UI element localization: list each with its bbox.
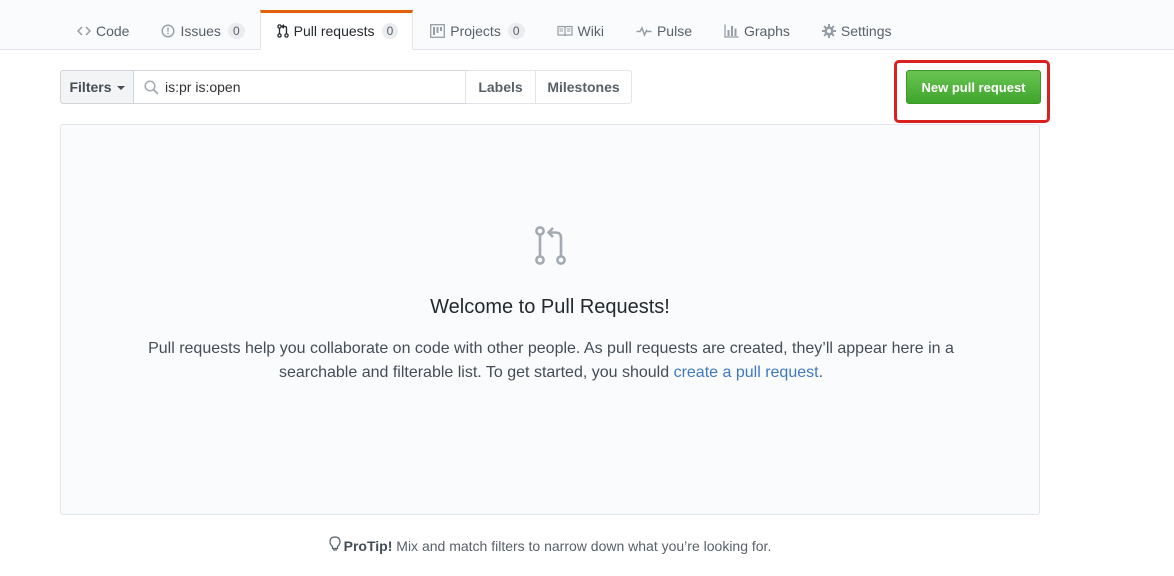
tab-wiki[interactable]: Wiki	[540, 10, 619, 50]
project-icon	[430, 24, 446, 38]
gear-icon	[821, 24, 836, 38]
tab-settings[interactable]: Settings	[805, 10, 907, 50]
repo-nav-bar: Code Issues 0 Pull requests 0 Projects 0	[0, 0, 1174, 50]
tab-label: Graphs	[743, 23, 790, 39]
tab-label: Issues	[180, 23, 221, 39]
tab-issues[interactable]: Issues 0	[144, 10, 259, 50]
tab-label: Pull requests	[293, 23, 375, 39]
new-pull-request-button[interactable]: New pull request	[906, 70, 1041, 104]
search-box	[134, 70, 515, 104]
blankslate: Welcome to Pull Requests! Pull requests …	[60, 124, 1040, 515]
tab-pull-requests[interactable]: Pull requests 0	[259, 10, 414, 50]
description-text: Pull requests help you collaborate on co…	[148, 340, 954, 381]
light-bulb-icon	[329, 536, 341, 555]
tab-label: Wiki	[577, 23, 604, 39]
labels-link[interactable]: Labels	[465, 70, 536, 104]
issue-opened-icon	[161, 24, 175, 38]
search-input[interactable]	[134, 71, 514, 103]
filters-dropdown-button[interactable]: Filters	[60, 70, 134, 104]
book-icon	[556, 25, 573, 37]
tab-code[interactable]: Code	[60, 10, 144, 50]
tab-pulse[interactable]: Pulse	[619, 10, 707, 50]
tab-label: Projects	[450, 23, 501, 39]
tab-graphs[interactable]: Graphs	[707, 10, 805, 50]
labels-milestones-group: Labels Milestones	[465, 70, 632, 104]
protip-label: ProTip!	[343, 537, 393, 554]
issues-subnav: Filters Labels Milestones	[60, 70, 1040, 104]
protip-message: Mix and match filters to narrow down wha…	[392, 537, 772, 554]
tab-label: Pulse	[656, 23, 692, 39]
tab-label: Code	[96, 23, 130, 39]
description-end: .	[818, 364, 824, 381]
blankslate-description: Pull requests help you collaborate on co…	[141, 337, 961, 385]
issues-counter: 0	[227, 23, 245, 39]
tab-projects[interactable]: Projects 0	[413, 10, 539, 50]
filters-label: Filters	[69, 79, 112, 95]
milestones-link[interactable]: Milestones	[536, 70, 632, 104]
git-pull-request-icon	[534, 226, 568, 269]
code-icon	[77, 25, 91, 37]
repo-nav: Code Issues 0 Pull requests 0 Projects 0	[60, 10, 907, 50]
create-pull-request-link[interactable]: create a pull request	[674, 364, 819, 381]
tab-label: Settings	[840, 23, 892, 39]
projects-counter: 0	[507, 23, 525, 39]
pull-requests-counter: 0	[381, 23, 399, 39]
git-pull-request-icon	[276, 24, 289, 38]
protip-text: ProTip! Mix and match filters to narrow …	[344, 538, 772, 554]
caret-down-icon	[116, 86, 125, 90]
protip: ProTip! Mix and match filters to narrow …	[0, 536, 1100, 555]
blankslate-title: Welcome to Pull Requests!	[430, 296, 670, 318]
pulse-icon	[636, 25, 652, 37]
graph-icon	[724, 24, 739, 38]
search-icon	[144, 80, 159, 98]
